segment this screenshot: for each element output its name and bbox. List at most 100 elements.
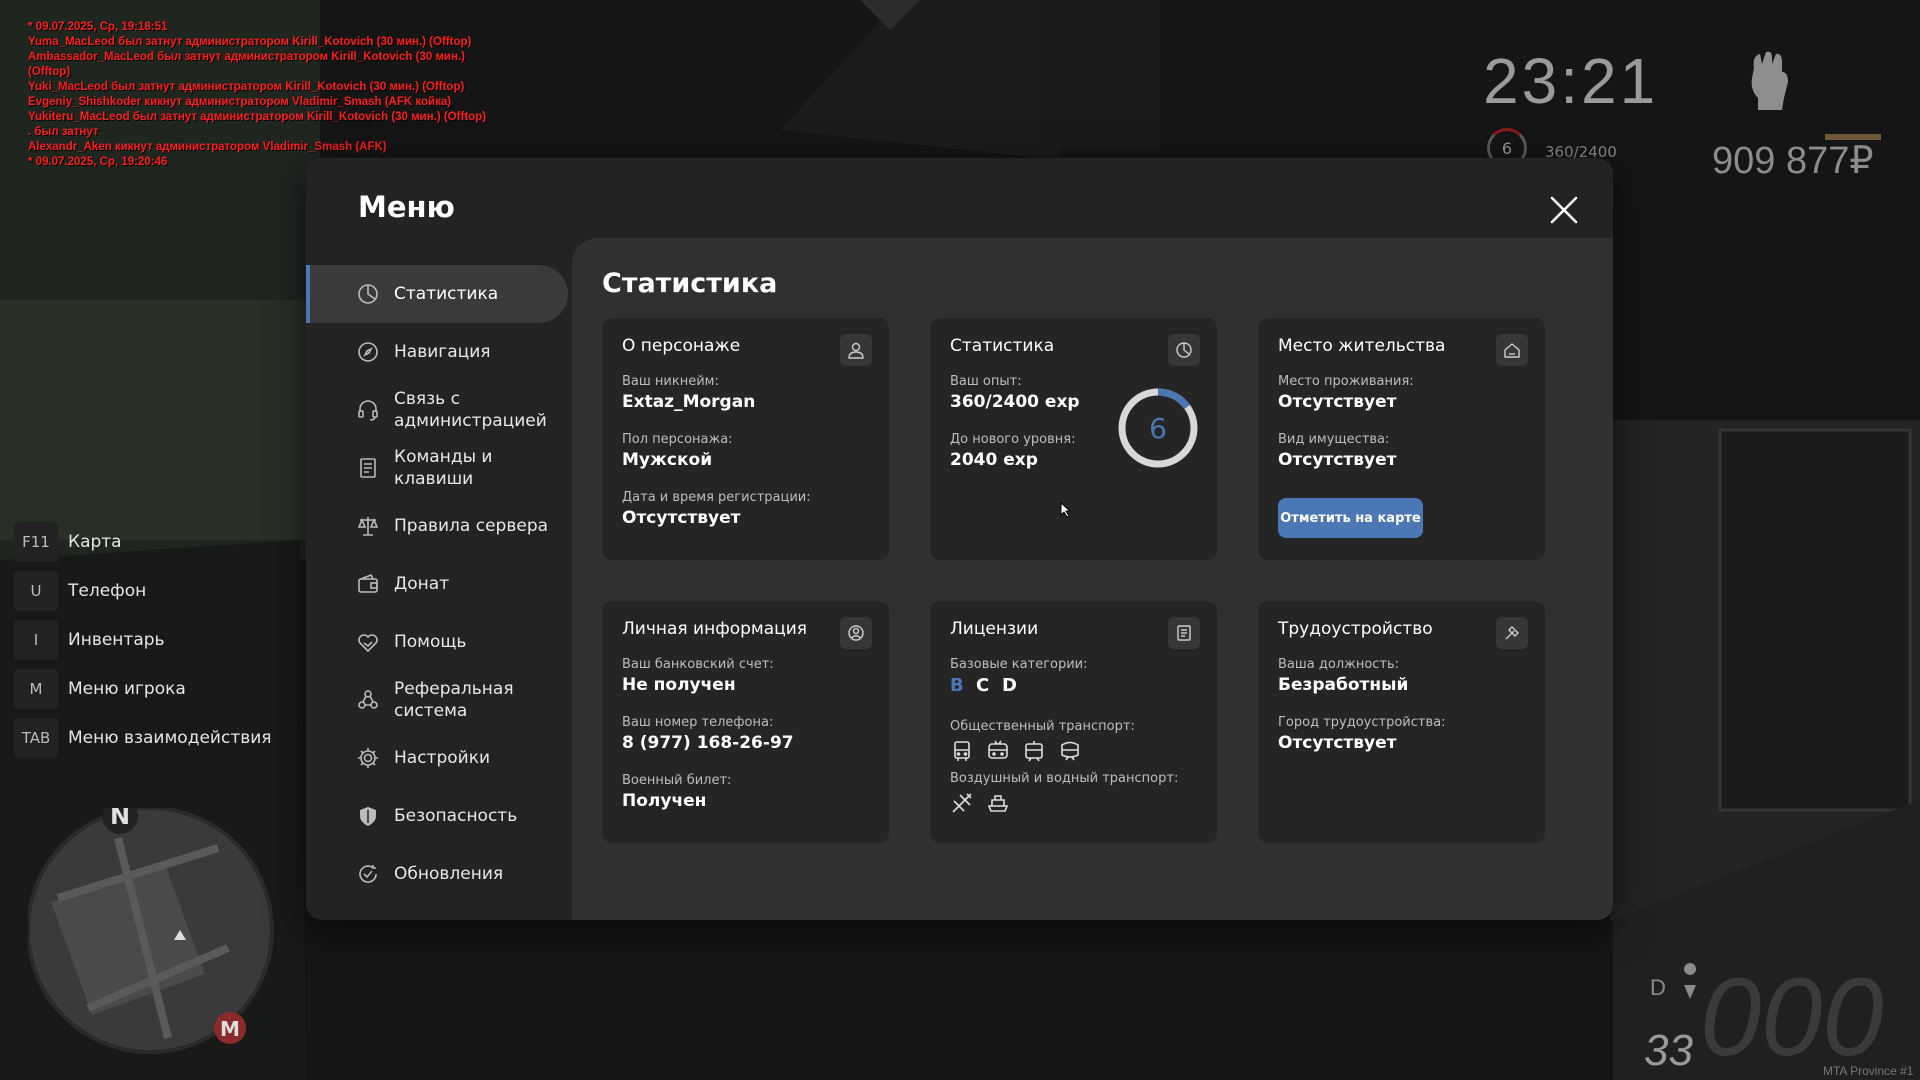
hotkey-label: Меню игрока (68, 679, 186, 699)
gear-indicator: D (1650, 975, 1666, 1000)
wallet-icon (356, 572, 380, 596)
close-icon[interactable] (1548, 194, 1580, 226)
sidebar-item-help[interactable]: Помощь (306, 613, 568, 671)
military-id-label: Военный билет: (622, 773, 732, 788)
bus-icon (954, 741, 970, 761)
military-id-value: Получен (622, 791, 707, 811)
metro-train-icon (1061, 741, 1079, 761)
property-type-label: Вид имущества: (1278, 432, 1390, 447)
card-licenses: Лицензии Базовые категории: B C D Общест… (930, 601, 1217, 843)
card-title: Лицензии (950, 619, 1039, 639)
next-level-value: 2040 exp (950, 450, 1038, 470)
hotkey-player-menu[interactable]: M Меню игрока (14, 667, 272, 711)
modal-title: Меню (358, 190, 455, 224)
public-transport-label: Общественный транспорт: (950, 719, 1135, 734)
sidebar-item-label: Обновления (394, 864, 504, 884)
exp-value: 360/2400 exp (950, 392, 1080, 412)
license-card-icon (1168, 617, 1200, 649)
pie-chart-icon (1168, 334, 1200, 366)
hotkey-map[interactable]: F11 Карта (14, 520, 272, 564)
chat-line: Yukiteru_MacLeod был затнут администрато… (28, 111, 487, 123)
residence-place-value: Отсутствует (1278, 392, 1397, 412)
bank-account-value: Не получен (622, 675, 736, 695)
sidebar-item-settings[interactable]: Настройки (306, 729, 568, 787)
gear-icon (356, 746, 380, 770)
sidebar-item-label: Реферальная система (394, 679, 514, 721)
sidebar-item-label: Навигация (394, 342, 491, 362)
job-city-label: Город трудоустройства: (1278, 715, 1446, 730)
card-title: Личная информация (622, 619, 808, 639)
mouse-cursor-icon (1060, 502, 1072, 518)
air-water-transport-label: Воздушный и водный транспорт: (950, 771, 1179, 786)
card-residence: Место жительства Место проживания: Отсут… (1258, 318, 1545, 560)
hud-clock: 23:21 (1483, 45, 1659, 117)
job-value: Безработный (1278, 675, 1409, 695)
basic-categories-label: Базовые категории: (950, 657, 1088, 672)
player-menu-modal: Меню Статистика Навигация Связь с админи… (306, 158, 1613, 920)
bank-account-label: Ваш банковский счет: (622, 657, 774, 672)
sidebar-item-admin-contact[interactable]: Связь с администрацией (306, 381, 568, 439)
sidebar-item-label: Связь с администрацией (394, 389, 547, 431)
sidebar-item-rules[interactable]: Правила сервера (306, 497, 568, 555)
level-value: 6 (1149, 412, 1167, 445)
compass-icon (356, 340, 380, 364)
pie-chart-icon (356, 282, 380, 306)
sidebar-item-updates[interactable]: Обновления (306, 845, 568, 903)
phone-label: Ваш номер телефона: (622, 715, 774, 730)
sidebar-item-label: Статистика (394, 284, 499, 304)
card-title: Трудоустройство (1278, 619, 1433, 639)
chat-line: . был затнут (28, 126, 99, 138)
hotkey-phone[interactable]: U Телефон (14, 569, 272, 613)
sex-label: Пол персонажа: (622, 432, 733, 447)
minimap-north: N (110, 808, 130, 830)
seatbelt-icon (1684, 963, 1697, 999)
tram-icon (1025, 741, 1043, 762)
minimap-metro: M (220, 1017, 240, 1041)
sidebar-item-commands[interactable]: Команды и клавиши (306, 439, 568, 497)
minimap: N M (28, 808, 274, 1054)
license-category-c: C (976, 675, 990, 696)
user-circle-icon (840, 617, 872, 649)
sidebar-item-label: Правила сервера (394, 516, 549, 536)
card-employment: Трудоустройство Ваша должность: Безработ… (1258, 601, 1545, 843)
shield-icon (356, 804, 380, 828)
sidebar-item-security[interactable]: Безопасность (306, 787, 568, 845)
card-character: О персонаже Ваш никнейм: Extaz_Morgan По… (602, 318, 889, 560)
menu-sidebar: Статистика Навигация Связь с администрац… (306, 265, 568, 903)
handshake-heart-icon (356, 630, 380, 654)
sidebar-item-label: Команды и клавиши (394, 447, 493, 489)
sidebar-item-referral[interactable]: Реферальная система (306, 671, 568, 729)
speedometer: 000 33 D (1644, 956, 1884, 1075)
fist-weapon-icon (1751, 51, 1788, 110)
speed-value: 000 (1700, 956, 1884, 1075)
mark-on-map-button[interactable]: Отметить на карте (1278, 498, 1423, 538)
card-title: Место жительства (1278, 336, 1446, 356)
chat-line: Alexandr_Aken кикнут администратором Vla… (28, 141, 387, 153)
chat-line: * 09.07.2025, Ср, 19:18:51 (28, 21, 168, 33)
fuel-value: 33 (1644, 1026, 1693, 1075)
hotkey-label: Меню взаимодействия (68, 728, 272, 748)
hotkey-inventory[interactable]: I Инвентарь (14, 618, 272, 662)
trolleybus-icon (988, 740, 1008, 759)
card-statistics: Статистика Ваш опыт: 360/2400 exp До нов… (930, 318, 1217, 560)
nickname-value: Extaz_Morgan (622, 392, 756, 412)
chat-line: Ambassador_MacLeod был затнут администра… (28, 51, 465, 63)
airplane-icon (952, 793, 972, 813)
sidebar-item-donate[interactable]: Донат (306, 555, 568, 613)
hud-money: 909 877₽ (1712, 140, 1874, 182)
hotkey-interaction-menu[interactable]: TAB Меню взаимодействия (14, 716, 272, 760)
hotkey-key: I (14, 620, 58, 660)
card-title: Статистика (950, 336, 1055, 356)
hotkey-key: M (14, 669, 58, 709)
sidebar-item-label: Помощь (394, 632, 467, 652)
hotkey-label: Карта (68, 532, 122, 552)
content-title: Статистика (602, 268, 778, 299)
sidebar-item-statistics[interactable]: Статистика (306, 265, 568, 323)
user-icon (840, 334, 872, 366)
chat-line: (Offtop) (28, 66, 71, 78)
sidebar-item-navigation[interactable]: Навигация (306, 323, 568, 381)
server-watermark: MTA Province #1 (1823, 1064, 1914, 1078)
card-title: О персонаже (622, 336, 741, 356)
hotkey-key: F11 (14, 522, 58, 562)
chat-line: Yuki_MacLeod был затнут администратором … (28, 81, 465, 93)
